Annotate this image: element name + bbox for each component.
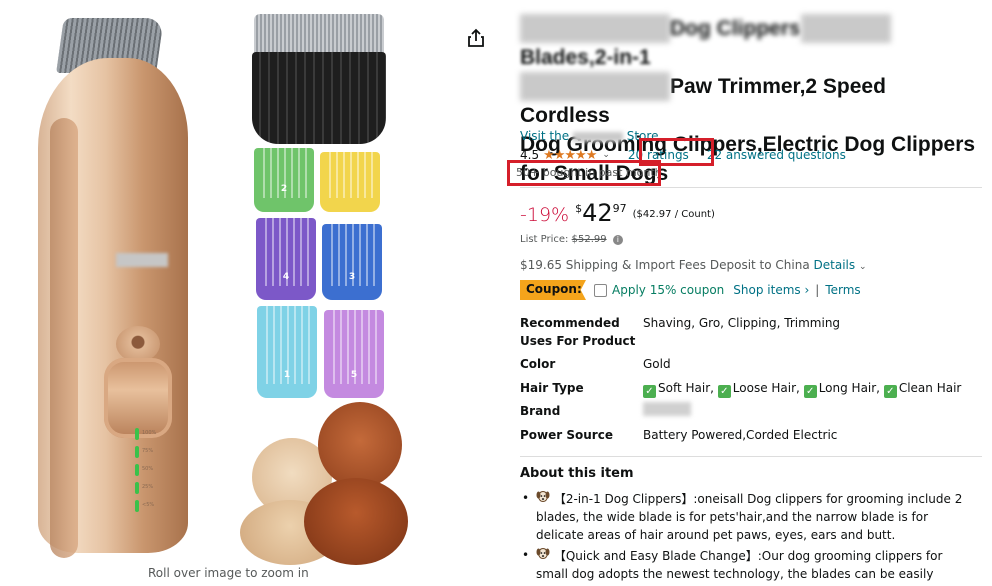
spec-label: Color	[520, 357, 556, 371]
clipper-power-switch	[104, 358, 172, 438]
store-link[interactable]: Visit the Store	[520, 129, 658, 143]
guard-comb-purple: 4	[256, 218, 316, 300]
wide-blade-image	[250, 14, 388, 144]
led-label: 75%	[142, 448, 154, 454]
led-label: 50%	[142, 466, 154, 472]
guard-comb-yellow	[320, 152, 380, 212]
highlight-box-bought	[507, 160, 661, 186]
blurred-logo	[116, 253, 168, 267]
check-icon: ✓	[883, 385, 897, 398]
price-currency: $	[575, 202, 583, 215]
about-bullets: 【2-in-1 Dog Clippers】:oneisall Dog clipp…	[520, 489, 970, 586]
dog-face-icon	[536, 491, 550, 502]
coupon-row: Coupon: Apply 15% coupon Shop items › | …	[520, 280, 861, 300]
spec-value: Gold	[643, 357, 671, 371]
check-icon: ✓	[717, 385, 731, 398]
price-block: -19% $ 42 97 ($42.97 / Count)	[520, 200, 715, 226]
shop-items-link[interactable]: Shop items ›	[733, 283, 809, 297]
answered-questions-link[interactable]: 22 answered questions	[707, 148, 846, 162]
dog-face-icon	[536, 548, 550, 559]
list-item: 【2-in-1 Dog Clippers】:oneisall Dog clipp…	[520, 489, 970, 544]
shipping-details-link[interactable]: Details	[814, 258, 856, 272]
list-price-value: $52.99	[571, 234, 607, 245]
product-image-panel[interactable]: 100% 75% 50% 25% <5% 2 4 3 1 5 Roll over…	[0, 0, 500, 586]
guard-comb-pink: 5	[324, 310, 384, 398]
chevron-down-icon[interactable]: ⌄	[602, 150, 610, 160]
spec-value: Battery Powered,Corded Electric	[643, 428, 838, 442]
title-line1-visible: Dog Clippers	[670, 17, 801, 40]
led-label: 100%	[142, 430, 157, 436]
discount-percent: -19%	[520, 204, 570, 226]
coupon-checkbox[interactable]	[594, 283, 607, 297]
led-label: <5%	[142, 502, 155, 508]
clipper-body: 100% 75% 50% 25% <5%	[38, 58, 188, 558]
price-fraction: 97	[612, 202, 627, 215]
info-icon[interactable]: i	[612, 235, 623, 245]
spec-value: Shaving, Gro, Clipping, Trimming	[643, 316, 841, 330]
guard-comb-cyan: 1	[257, 306, 317, 398]
list-item: 【Quick and Easy Blade Change】:Our dog gr…	[520, 546, 970, 586]
guard-comb-blue: 3	[322, 224, 382, 300]
zoom-hint: Roll over image to zoom in	[148, 566, 309, 580]
about-heading: About this item	[520, 466, 634, 481]
title-line1-tail: Blades,2-in-1	[520, 46, 651, 69]
check-icon: ✓	[643, 385, 656, 398]
led-label: 25%	[142, 484, 154, 490]
apply-coupon-label[interactable]: Apply 15% coupon	[612, 283, 724, 297]
blurred-store-name	[572, 131, 623, 142]
terms-link[interactable]: Terms	[825, 283, 860, 297]
guard-comb-green: 2	[254, 148, 314, 212]
spec-label: Power Source	[520, 428, 613, 442]
shipping-info: $19.65 Shipping & Import Fees Deposit to…	[520, 258, 867, 272]
divider	[520, 187, 982, 188]
coupon-badge: Coupon:	[520, 280, 586, 300]
check-icon: ✓	[803, 385, 817, 398]
divider	[520, 456, 982, 457]
clipper-image: 100% 75% 50% 25% <5%	[38, 18, 188, 558]
list-price: List Price: $52.99 i	[520, 234, 623, 245]
chevron-down-icon[interactable]: ⌄	[859, 262, 867, 272]
clipper-speed-button	[116, 326, 160, 362]
price-per-unit: ($42.97 / Count)	[632, 209, 715, 220]
blurred-brand	[643, 402, 691, 416]
spec-label: Brand	[520, 404, 561, 418]
share-icon[interactable]	[467, 28, 485, 48]
price-whole: 42	[582, 199, 613, 227]
poodle-dogs-image	[232, 400, 412, 565]
spec-label: Recommended Uses For Product	[520, 316, 636, 348]
spec-label: Hair Type	[520, 381, 584, 395]
